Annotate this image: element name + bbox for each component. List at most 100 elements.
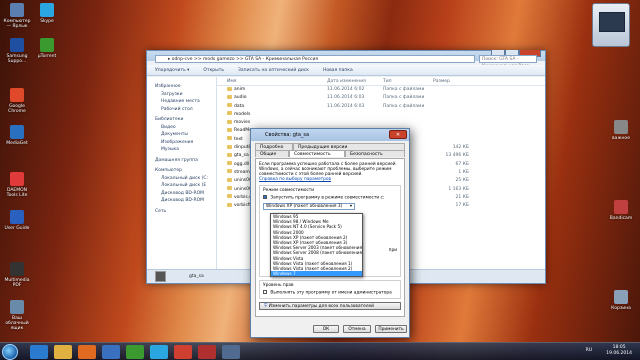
os-option[interactable]: Windows 7: [271, 271, 362, 277]
nav-item[interactable]: Локальный диск (C:: [155, 175, 216, 183]
tab-details[interactable]: Подробно: [255, 143, 293, 150]
taskbar-app-icon[interactable]: [222, 345, 240, 359]
desktop-shortcut[interactable]: Ваш облачный ящик: [2, 300, 32, 331]
help-link[interactable]: Справка по выбору параметров: [259, 177, 401, 182]
dialog-close-button[interactable]: ✕: [389, 130, 407, 139]
cancel-button[interactable]: Отмена: [343, 325, 371, 333]
column-size[interactable]: Размер: [433, 77, 473, 85]
admin-checkbox[interactable]: [263, 290, 267, 294]
desktop-shortcut-label: Компьютер — Ярлык: [3, 19, 31, 29]
desktop-shortcut[interactable]: Google Chrome: [2, 88, 32, 114]
taskbar-media-icon[interactable]: [78, 345, 96, 359]
desktop-shortcut[interactable]: Корзина: [606, 290, 636, 311]
desktop-shortcut[interactable]: MediaGet: [2, 125, 32, 146]
burn-button[interactable]: Записать на оптический диск: [238, 68, 309, 73]
desktop-shortcut[interactable]: Skype: [32, 3, 62, 24]
file-row[interactable]: audio 11.06.2014 6:03 Папка с файлами: [217, 94, 545, 102]
desktop-shortcut-label: Корзина: [611, 306, 631, 311]
column-name[interactable]: Имя: [217, 77, 327, 85]
user-guide-icon: [10, 210, 24, 224]
ok-button[interactable]: ОК: [313, 325, 339, 333]
file-row[interactable]: movies: [217, 119, 545, 127]
start-button[interactable]: [2, 344, 18, 360]
address-bar[interactable]: ▸ odnp-cve >> mods gamezo >> GTA SA - Кр…: [155, 55, 475, 63]
desktop-gadget[interactable]: [592, 3, 630, 47]
nav-item[interactable]: Изображения: [155, 139, 216, 147]
details-filename: gta_sa: [189, 274, 204, 279]
desktop-shortcut-label: Skype: [40, 19, 54, 24]
file-size: [433, 136, 473, 144]
taskbar-ie-icon[interactable]: [30, 345, 48, 359]
dialog-titlebar[interactable]: Свойства: gta_sa ✕: [251, 129, 409, 141]
system-tray[interactable]: RU 18:05 19.06.2014: [586, 345, 632, 357]
nav-item[interactable]: Видео: [155, 124, 216, 132]
file-name-cell: audio: [217, 94, 327, 102]
nav-computer[interactable]: Компьютер: [155, 167, 216, 175]
file-row[interactable]: models: [217, 111, 545, 119]
column-type[interactable]: Тип: [383, 77, 433, 85]
search-input[interactable]: Поиск: GTA SA - Криминальная Росс...: [479, 55, 537, 69]
taskbar-mediaget-icon[interactable]: [102, 345, 120, 359]
file-row[interactable]: data 11.06.2014 6:03 Папка с файлами: [217, 103, 545, 111]
nav-item[interactable]: Дисковод BD-ROM: [155, 197, 216, 205]
compat-hint-text: при: [388, 248, 397, 253]
open-button[interactable]: Открыть: [203, 68, 224, 73]
desktop-shortcut[interactable]: Bandicam: [606, 200, 636, 221]
desktop-shortcut[interactable]: Multimedia PDF: [2, 262, 32, 288]
os-dropdown-list[interactable]: Windows 95 Windows 98 / Windows Me Windows…: [270, 213, 363, 277]
organize-button[interactable]: Упорядочить ▾: [155, 68, 189, 73]
nav-item[interactable]: Загрузки: [155, 91, 216, 99]
taskbar: RU 18:05 19.06.2014: [0, 342, 640, 360]
taskbar-chrome-icon[interactable]: [174, 345, 192, 359]
nav-network[interactable]: Сеть: [155, 208, 216, 216]
explorer-toolbar: Упорядочить ▾ Открыть Записать на оптиче…: [147, 65, 545, 76]
taskbar-bandicam-icon[interactable]: [198, 345, 216, 359]
chrome-icon: [10, 88, 24, 102]
new-folder-button[interactable]: Новая папка: [323, 68, 353, 73]
computer-icon: [10, 3, 24, 17]
folder-icon: [227, 136, 232, 141]
chevron-down-icon: ▾: [349, 203, 352, 209]
apply-button[interactable]: Применить: [375, 325, 407, 333]
tab-general[interactable]: Общие: [255, 150, 289, 157]
tab-compatibility[interactable]: Совместимость: [289, 150, 345, 157]
all-users-button[interactable]: ⛨ Изменить параметры для всех пользовате…: [259, 301, 401, 310]
file-thumbnail: [155, 271, 166, 282]
recycle-bin-icon: [10, 300, 24, 314]
desktop-shortcut[interactable]: µTorrent: [32, 38, 62, 59]
desktop-shortcut-label: важное: [612, 136, 630, 141]
file-name: text: [234, 136, 243, 142]
folder-icon: [227, 119, 232, 124]
desktop-shortcut-label: Multimedia PDF: [4, 278, 30, 288]
nav-item[interactable]: Рабочий стол: [155, 106, 216, 114]
desktop-shortcut[interactable]: Компьютер — Ярлык: [2, 3, 32, 29]
taskbar-explorer-icon[interactable]: [54, 345, 72, 359]
taskbar-utorrent-icon[interactable]: [126, 345, 144, 359]
nav-item[interactable]: Дисковод BD-ROM: [155, 190, 216, 198]
file-size: 13 496 КБ: [445, 153, 469, 159]
nav-libraries[interactable]: Библиотеки: [155, 116, 216, 124]
os-select[interactable]: Windows XP (пакет обновления 3) ▾: [263, 202, 355, 210]
compat-checkbox[interactable]: [263, 195, 267, 199]
desktop-shortcut[interactable]: важное: [606, 120, 636, 141]
os-option[interactable]: Windows Server 2008 (пакет обновления 1): [271, 250, 362, 255]
nav-item[interactable]: Музыка: [155, 146, 216, 154]
nav-item[interactable]: Документы: [155, 131, 216, 139]
nav-item[interactable]: Локальный диск (E: [155, 182, 216, 190]
nav-homegroup[interactable]: Домашняя группа: [155, 157, 216, 165]
nav-favorites[interactable]: Избранное: [155, 83, 216, 91]
desktop-shortcut[interactable]: DAEMON Tools Lite: [2, 172, 32, 198]
tab-security[interactable]: Безопасность: [345, 150, 405, 157]
tab-previous-versions[interactable]: Предыдущие версии: [293, 143, 405, 150]
language-indicator[interactable]: RU: [586, 348, 592, 354]
file-row[interactable]: anim 11.06.2014 6:02 Папка с файлами: [217, 86, 545, 94]
column-date[interactable]: Дата изменения: [327, 77, 383, 85]
file-size: 17 КБ: [455, 203, 469, 209]
taskbar-skype-icon[interactable]: [150, 345, 168, 359]
file-size: [433, 103, 473, 111]
file-date: 11.06.2014 6:03: [327, 103, 365, 109]
desktop-shortcut[interactable]: Samsung Suppo...: [2, 38, 32, 64]
desktop-shortcut[interactable]: User Guide: [2, 210, 32, 231]
nav-item[interactable]: Недавние места: [155, 98, 216, 106]
utorrent-icon: [40, 38, 54, 52]
